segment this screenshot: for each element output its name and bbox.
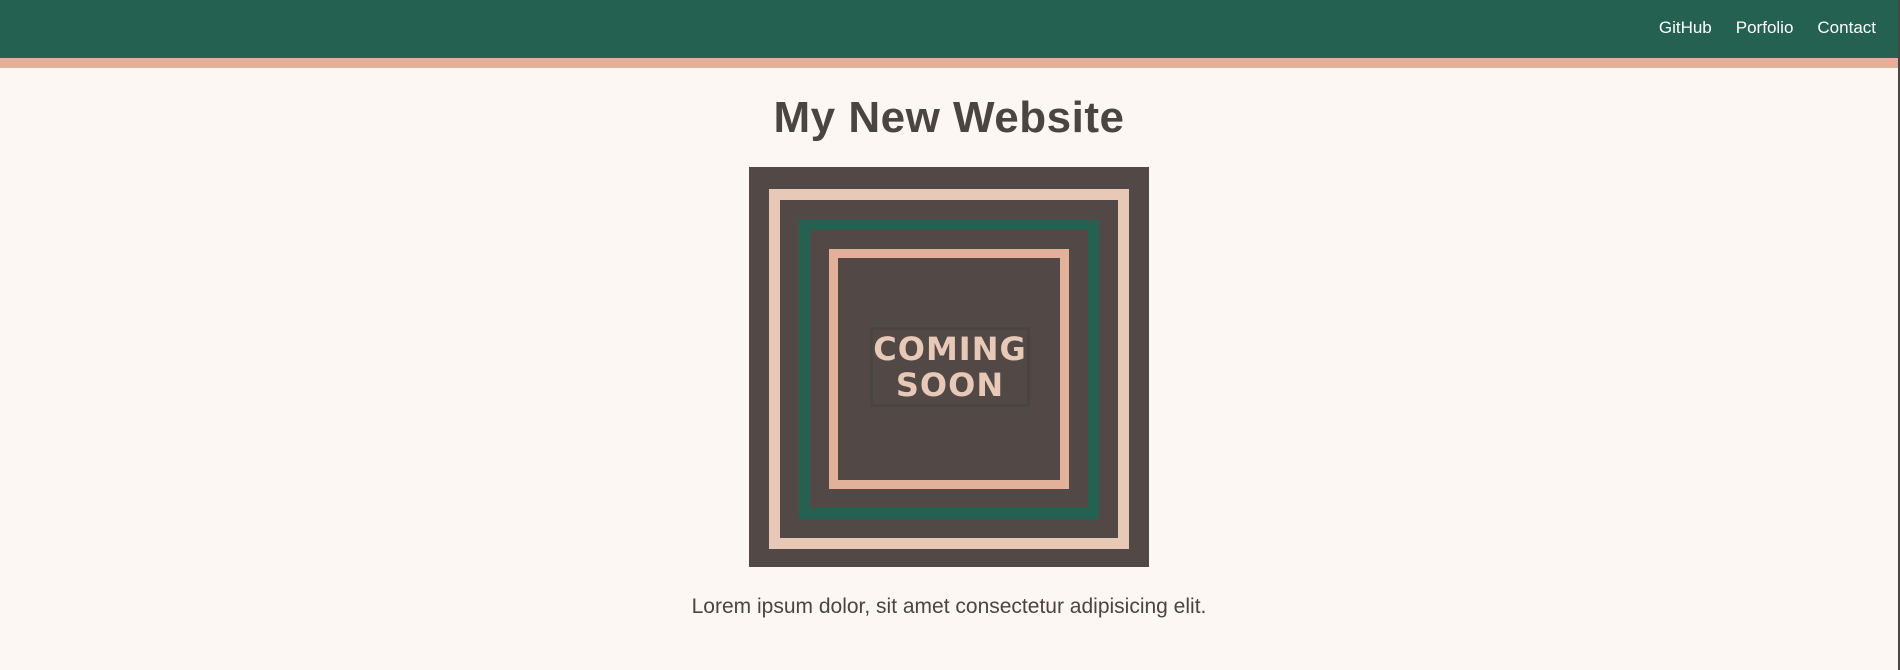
description-text: Lorem ipsum dolor, sit amet consectetur … <box>691 595 1207 618</box>
nav-link-github[interactable]: GitHub <box>1647 18 1724 38</box>
top-nav-bar: GitHub Porfolio Contact <box>0 0 1898 68</box>
nav-link-portfolio[interactable]: Porfolio <box>1724 18 1806 38</box>
coming-soon-label-box: COMING SOON <box>870 327 1030 407</box>
coming-soon-image: COMING SOON <box>749 167 1149 567</box>
page: GitHub Porfolio Contact My New Website C… <box>0 0 1900 670</box>
nav-links: GitHub Porfolio Contact <box>1647 18 1888 38</box>
page-title: My New Website <box>773 93 1125 142</box>
nav-link-contact[interactable]: Contact <box>1805 18 1888 38</box>
coming-soon-text: COMING SOON <box>873 330 1027 404</box>
